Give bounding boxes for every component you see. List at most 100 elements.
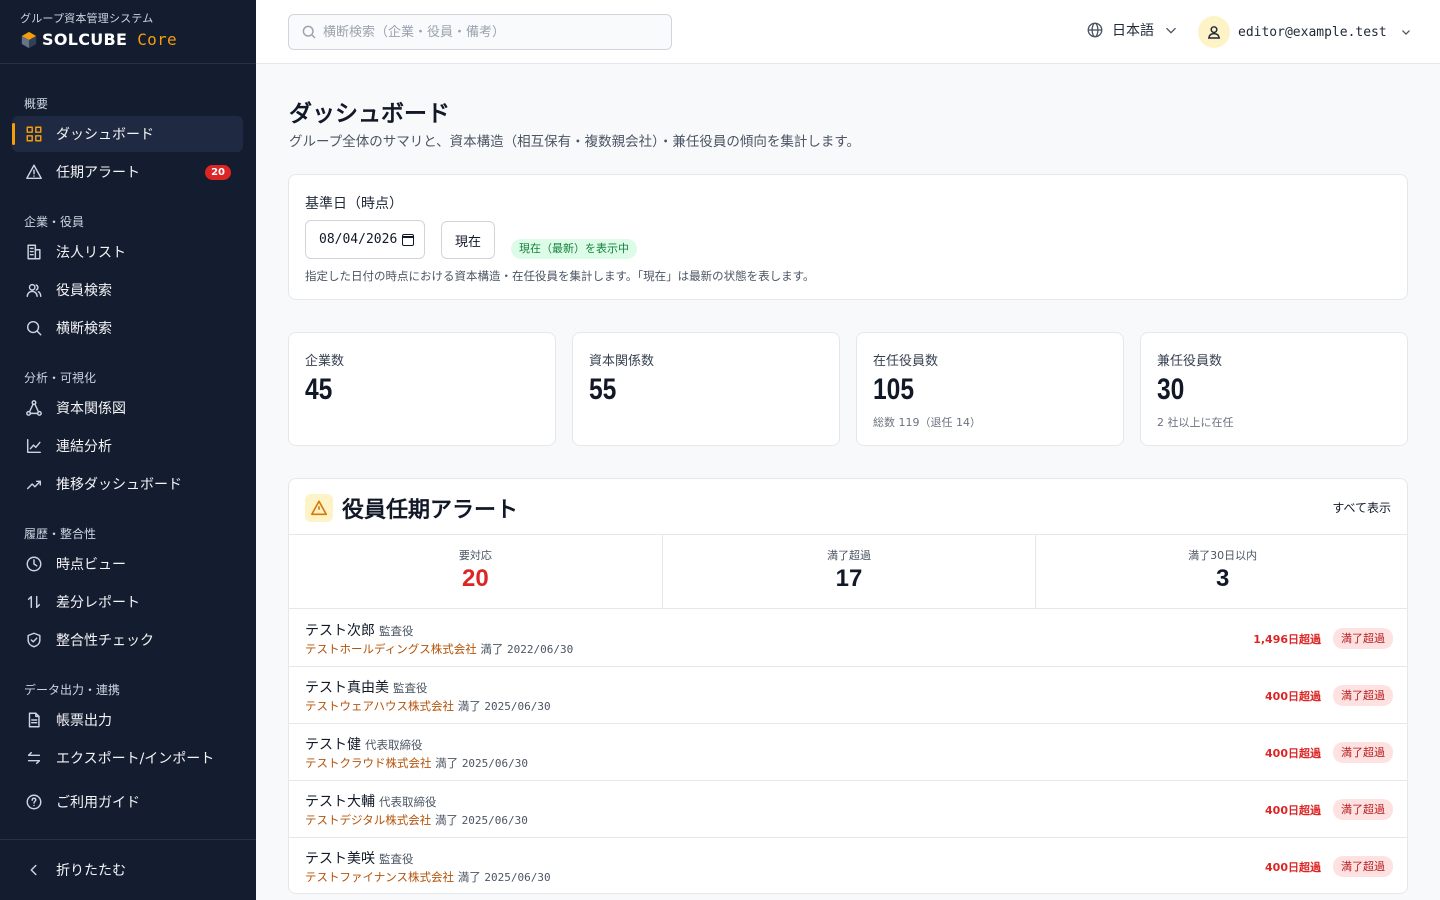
summary-expiring-30d[interactable]: 満了30日以内 3 bbox=[1036, 535, 1407, 608]
sidebar-item-user-guide[interactable]: ご利用ガイド bbox=[12, 784, 243, 820]
cube-logo-icon bbox=[21, 31, 37, 48]
stat-label: 企業数 bbox=[305, 354, 345, 369]
officer-name: テスト真由美 bbox=[305, 680, 389, 696]
sidebar-item-label: 資本関係図 bbox=[56, 401, 126, 417]
document-icon bbox=[24, 710, 44, 730]
status-badge: 満了超過 bbox=[1333, 742, 1393, 763]
summary-value: 20 bbox=[461, 565, 489, 592]
search-input[interactable] bbox=[323, 24, 653, 40]
summary-expired[interactable]: 満了超過 17 bbox=[663, 535, 1037, 608]
list-item[interactable]: テスト大輔 代表取締役 テストデジタル株式会社 満了 2025/06/30 400… bbox=[289, 781, 1407, 838]
status-badge: 満了超過 bbox=[1333, 628, 1393, 649]
sidebar-item-point-in-time[interactable]: 時点ビュー bbox=[12, 546, 243, 582]
sidebar-item-dashboard[interactable]: ダッシュボード bbox=[12, 116, 243, 152]
alert-summary: 要対応 20 満了超過 17 満了30日以内 3 bbox=[289, 534, 1407, 609]
sidebar-item-capital-graph[interactable]: 資本関係図 bbox=[12, 390, 243, 426]
nav-section-history: 履歴・整合性 bbox=[24, 527, 97, 541]
sidebar-item-company-list[interactable]: 法人リスト bbox=[12, 234, 243, 270]
overdue-days: 400日超過 bbox=[1265, 861, 1321, 874]
stat-value: 55 bbox=[589, 373, 617, 406]
sidebar-item-export-import[interactable]: エクスポート/インポート bbox=[12, 740, 243, 776]
company-link[interactable]: テストウェアハウス株式会社 bbox=[305, 699, 454, 713]
stat-card-active-officers: 在任役員数 105 総数 119（退任 14） bbox=[856, 332, 1124, 446]
date-field[interactable]: 08/04/2026 bbox=[305, 220, 425, 259]
alert-header: 役員任期アラート bbox=[305, 492, 518, 524]
overdue-days: 400日超過 bbox=[1265, 690, 1321, 703]
stat-label: 在任役員数 bbox=[873, 354, 939, 369]
help-icon bbox=[24, 792, 44, 812]
summary-action-required[interactable]: 要対応 20 bbox=[289, 535, 663, 608]
list-item[interactable]: テスト真由美 監査役 テストウェアハウス株式会社 満了 2025/06/30 40… bbox=[289, 667, 1407, 724]
arrows-updown-icon bbox=[24, 592, 44, 612]
overdue-days: 400日超過 bbox=[1265, 747, 1321, 760]
sidebar-item-label: 差分レポート bbox=[56, 595, 140, 611]
brand-logo-row[interactable]: SOLCUBE Core bbox=[20, 30, 234, 49]
list-item[interactable]: テスト健 代表取締役 テストクラウド株式会社 満了 2025/06/30 400日… bbox=[289, 724, 1407, 781]
user-menu[interactable]: editor@example.test bbox=[1198, 16, 1413, 48]
sidebar-item-integrity-check[interactable]: 整合性チェック bbox=[12, 622, 243, 658]
officer-role: 代表取締役 bbox=[379, 795, 437, 809]
company-link[interactable]: テストデジタル株式会社 bbox=[305, 813, 431, 827]
sidebar-item-cross-search[interactable]: 横断検索 bbox=[12, 310, 243, 346]
list-item[interactable]: テスト次郎 監査役 テストホールディングス株式会社 満了 2022/06/30 1… bbox=[289, 610, 1407, 667]
stat-value: 105 bbox=[873, 373, 915, 406]
calendar-icon[interactable] bbox=[402, 233, 415, 246]
officer-role: 監査役 bbox=[379, 852, 414, 866]
date-filter-card: 基準日（時点） 08/04/2026 現在 現在（最新）を表示中 指定した日付の… bbox=[288, 174, 1408, 300]
sidebar-item-label: 任期アラート bbox=[56, 165, 140, 181]
expiry-label: 満了 bbox=[480, 642, 504, 656]
sidebar-item-label: ご利用ガイド bbox=[56, 795, 140, 811]
page-subtitle: グループ全体のサマリと、資本構造（相互保有・複数親会社）・兼任役員の傾向を集計し… bbox=[289, 134, 861, 150]
company-link[interactable]: テストホールディングス株式会社 bbox=[305, 642, 477, 656]
sidebar-item-label: エクスポート/インポート bbox=[56, 751, 215, 767]
chevron-left-icon bbox=[24, 860, 44, 880]
expiry-date: 2022/06/30 bbox=[507, 643, 574, 656]
chart-line-icon bbox=[24, 436, 44, 456]
shield-check-icon bbox=[24, 630, 44, 650]
officer-name: テスト次郎 bbox=[305, 623, 375, 639]
date-filter-note: 指定した日付の時点における資本構造・在任役員を集計します。「現在」は最新の状態を… bbox=[305, 269, 815, 283]
stat-sub: 総数 119（退任 14） bbox=[873, 416, 981, 429]
list-item[interactable]: テスト美咲 監査役 テストファイナンス株式会社 満了 2025/06/30 400… bbox=[289, 838, 1407, 893]
clock-icon bbox=[24, 554, 44, 574]
alert-count-badge: 20 bbox=[205, 165, 231, 180]
summary-label: 満了30日以内 bbox=[1188, 549, 1258, 562]
building-icon bbox=[24, 242, 44, 262]
sidebar-item-trend-dashboard[interactable]: 推移ダッシュボード bbox=[12, 466, 243, 502]
sidebar-item-report-output[interactable]: 帳票出力 bbox=[12, 702, 243, 738]
arrows-leftright-icon bbox=[24, 748, 44, 768]
stat-label: 資本関係数 bbox=[589, 354, 655, 369]
network-icon bbox=[24, 398, 44, 418]
nav-section-companies: 企業・役員 bbox=[24, 215, 85, 229]
sidebar-item-term-alerts[interactable]: 任期アラート 20 bbox=[12, 154, 243, 190]
sidebar: グループ資本管理システム SOLCUBE Core 概要 ダッシュボード 任期ア… bbox=[0, 0, 256, 900]
globe-icon bbox=[1087, 22, 1103, 38]
now-button[interactable]: 現在 bbox=[441, 221, 495, 259]
warning-icon bbox=[24, 162, 44, 182]
stat-card-concurrent-officers: 兼任役員数 30 2 社以上に在任 bbox=[1140, 332, 1408, 446]
expiry-label: 満了 bbox=[435, 756, 459, 770]
expiry-label: 満了 bbox=[457, 870, 481, 884]
show-all-link[interactable]: すべて表示 bbox=[1332, 499, 1391, 516]
officer-role: 監査役 bbox=[393, 681, 428, 695]
alert-title: 役員任期アラート bbox=[342, 498, 519, 523]
brand: グループ資本管理システム SOLCUBE Core bbox=[0, 0, 256, 64]
collapse-sidebar-button[interactable]: 折りたたむ bbox=[12, 852, 243, 888]
status-badge: 満了超過 bbox=[1333, 799, 1393, 820]
officer-name: テスト大輔 bbox=[305, 794, 375, 810]
sidebar-item-label: 連結分析 bbox=[56, 439, 112, 455]
stat-card-capital-relations: 資本関係数 55 bbox=[572, 332, 840, 446]
company-link[interactable]: テストクラウド株式会社 bbox=[305, 756, 432, 770]
company-link[interactable]: テストファイナンス株式会社 bbox=[305, 870, 454, 884]
officer-role: 代表取締役 bbox=[365, 738, 423, 752]
sidebar-item-consolidation[interactable]: 連結分析 bbox=[12, 428, 243, 464]
global-search[interactable] bbox=[288, 14, 672, 50]
sidebar-item-officer-search[interactable]: 役員検索 bbox=[12, 272, 243, 308]
summary-label: 要対応 bbox=[458, 549, 492, 562]
expiry-date: 2025/06/30 bbox=[461, 814, 528, 827]
language-selector[interactable]: 日本語 bbox=[1086, 20, 1180, 40]
warning-icon bbox=[305, 494, 333, 522]
sidebar-item-label: 横断検索 bbox=[56, 321, 112, 337]
expiry-label: 満了 bbox=[457, 699, 481, 713]
sidebar-item-diff-report[interactable]: 差分レポート bbox=[12, 584, 243, 620]
